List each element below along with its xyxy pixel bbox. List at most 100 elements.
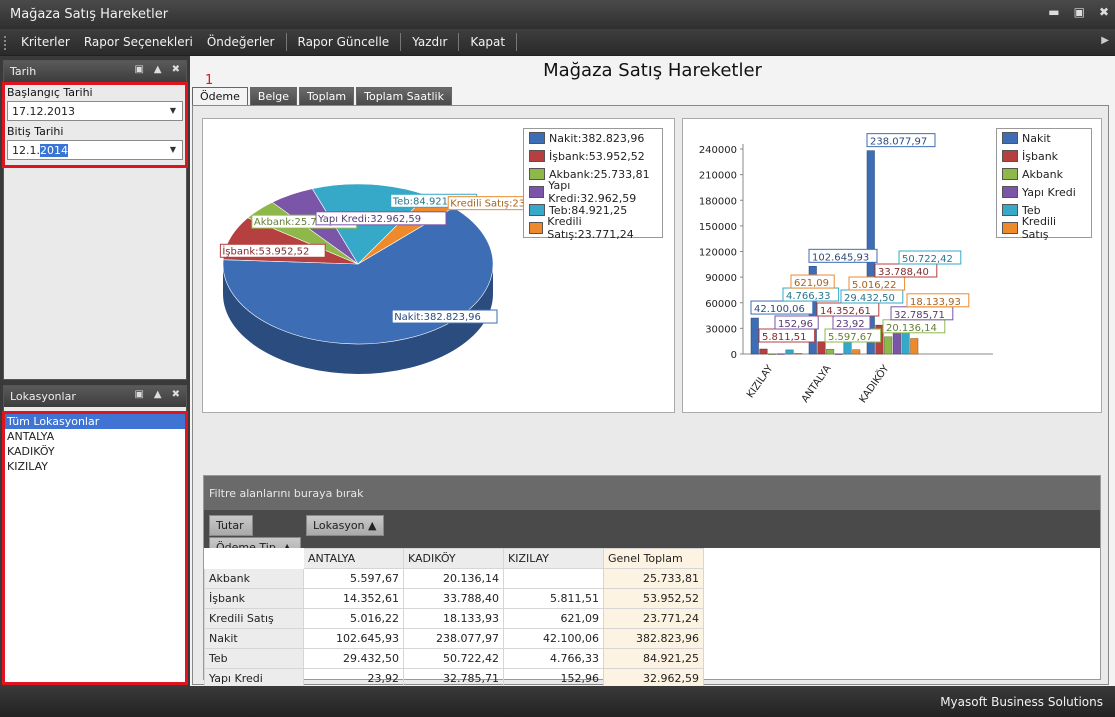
- bar-data-label: 20.136,14: [886, 323, 937, 334]
- pivot-filter-area[interactable]: Filtre alanlarını buraya bırak: [204, 476, 1100, 510]
- table-row: İşbank 14.352,61 33.788,40 5.811,51 53.952,5…: [204, 588, 704, 609]
- pin-icon[interactable]: ▲: [154, 64, 162, 75]
- bar[interactable]: [785, 349, 794, 355]
- window-title: Mağaza Satış Hareketler: [10, 7, 169, 22]
- window-titlebar: Mağaza Satış Hareketler ▬ ▣ ✖: [0, 0, 1115, 29]
- pivot-cell: 53.952,52: [603, 588, 704, 609]
- bar[interactable]: [750, 317, 759, 355]
- menu-rapor-guncelle[interactable]: Rapor Güncelle: [291, 35, 397, 49]
- x-tick-label: KIZILAY: [745, 363, 776, 401]
- pivot-row-header[interactable]: İşbank: [204, 588, 304, 609]
- pivot-row-header[interactable]: Nakit: [204, 628, 304, 649]
- bar-data-label: 32.785,71: [894, 310, 945, 321]
- bar[interactable]: [776, 353, 785, 355]
- menu-kapat[interactable]: Kapat: [463, 35, 512, 49]
- pivot-column-header[interactable]: Genel Toplam: [603, 548, 704, 569]
- table-row: Kredili Satış 5.016,22 18.133,93 621,09 23.7…: [204, 608, 704, 629]
- bar[interactable]: [910, 338, 919, 355]
- bar[interactable]: [884, 336, 893, 355]
- tab-strip: Ödeme Belge Toplam Toplam Saatlik: [192, 87, 454, 105]
- highlight-box: [2, 411, 188, 685]
- pivot-column-header[interactable]: KIZILAY: [503, 548, 604, 569]
- close-icon[interactable]: ✖: [172, 64, 180, 75]
- menu-bar: Kriterler Rapor Seçenekleri Öndeğerler R…: [0, 29, 1115, 56]
- legend-swatch: [1002, 222, 1018, 234]
- menu-separator: [458, 33, 460, 51]
- bar[interactable]: [768, 353, 777, 355]
- menu-kriterler[interactable]: Kriterler: [14, 35, 77, 49]
- tab-toplam-saatlik[interactable]: Toplam Saatlik: [356, 87, 452, 105]
- y-tick-label: 30000: [705, 324, 737, 335]
- legend-label: Yapı Kredi: [1022, 185, 1076, 199]
- legend-swatch: [1002, 150, 1018, 162]
- menu-ondegerler[interactable]: Öndeğerler: [200, 35, 282, 49]
- bar-data-label: 5.811,51: [762, 332, 807, 343]
- menu-separator: [285, 33, 287, 51]
- pivot-row-header[interactable]: Kredili Satış: [204, 608, 304, 629]
- x-tick-label: ANTALYA: [800, 363, 834, 405]
- x-tick-label: KADIKÖY: [856, 362, 892, 406]
- tarih-panel-title: Tarih: [10, 65, 37, 78]
- bar-data-label: 5.597,67: [828, 332, 873, 343]
- bar-data-label: 152,96: [778, 319, 813, 330]
- bar-data-label: 5.016,22: [852, 280, 897, 291]
- pivot-cell: 23.771,24: [603, 608, 704, 629]
- pivot-row-header[interactable]: Akbank: [204, 568, 304, 589]
- pivot-cell: 50.722,42: [403, 648, 504, 669]
- tab-odeme[interactable]: Ödeme: [192, 87, 248, 105]
- bar[interactable]: [834, 353, 843, 355]
- pivot-cell: 382.823,96: [603, 628, 704, 649]
- pivot-cell: 20.136,14: [403, 568, 504, 589]
- filter-hint: Filtre alanlarını buraya bırak: [209, 486, 364, 500]
- minimize-icon[interactable]: ▬: [1048, 5, 1059, 19]
- pivot-row-header[interactable]: Teb: [204, 648, 304, 669]
- pivot-cell: [503, 568, 604, 589]
- data-field-label: Tutar: [216, 519, 244, 532]
- pivot-column-header[interactable]: ANTALYA: [303, 548, 404, 569]
- legend-swatch: [1002, 186, 1018, 198]
- bar[interactable]: [817, 341, 826, 355]
- legend-label: Nakit:382.823,96: [549, 131, 645, 145]
- legend-item: Yapı Kredi: [997, 183, 1091, 201]
- legend-label: İşbank:53.952,52: [549, 149, 645, 163]
- close-icon[interactable]: ✖: [172, 389, 180, 400]
- bar-data-label: 621,09: [794, 278, 829, 289]
- tab-toplam[interactable]: Toplam: [299, 87, 355, 105]
- bar[interactable]: [794, 353, 803, 355]
- pivot-header-row: ANTALYA KADIKÖY KIZILAY Genel Toplam: [204, 548, 704, 569]
- column-field-chip[interactable]: Lokasyon ▲: [306, 515, 384, 536]
- data-field-chip[interactable]: Tutar: [209, 515, 253, 536]
- menu-rapor-secenekleri[interactable]: Rapor Seçenekleri: [77, 35, 200, 49]
- pivot-cell: 102.645,93: [303, 628, 404, 649]
- pivot-cell: 84.921,25: [603, 648, 704, 669]
- bar[interactable]: [759, 348, 768, 355]
- company-name: Myasoft Business Solutions: [940, 694, 1103, 709]
- pie-data-label: Nakit:382.823,96: [394, 312, 481, 323]
- panel-window-icon[interactable]: ▣: [134, 389, 143, 400]
- bar-data-label: 18.133,93: [910, 297, 961, 308]
- bar[interactable]: [852, 349, 861, 355]
- pivot-column-header[interactable]: KADIKÖY: [403, 548, 504, 569]
- legend-item: İşbank: [997, 147, 1091, 165]
- toolbar-grip-icon[interactable]: [4, 36, 7, 50]
- bar-data-label: 102.645,93: [812, 252, 869, 263]
- panel-window-icon[interactable]: ▣: [134, 64, 143, 75]
- y-tick-label: 240000: [699, 145, 737, 156]
- bar[interactable]: [826, 348, 835, 355]
- pin-icon[interactable]: ▲: [154, 389, 162, 400]
- close-icon[interactable]: ✖: [1099, 5, 1109, 19]
- bar-data-label: 23,92: [836, 319, 865, 330]
- maximize-icon[interactable]: ▣: [1074, 5, 1085, 19]
- tab-belge[interactable]: Belge: [249, 87, 298, 105]
- pivot-cell: 4.766,33: [503, 648, 604, 669]
- legend-item: Nakit:382.823,96: [524, 129, 662, 147]
- legend-label: Yapı Kredi:32.962,59: [548, 179, 637, 205]
- toolbar-overflow-icon[interactable]: ▶: [1101, 35, 1109, 46]
- pivot-field-area: Tutar Lokasyon ▲: [204, 510, 1100, 548]
- legend-item: Kredili Satış:23.771,24: [524, 215, 662, 241]
- menu-yazdir[interactable]: Yazdır: [405, 35, 454, 49]
- sort-up-icon: ▲: [368, 519, 377, 532]
- bar-data-label: 14.352,61: [820, 306, 871, 317]
- lokasyon-panel-header: Lokasyonlar ▣ ▲ ✖: [4, 386, 186, 407]
- menu-separator: [400, 33, 402, 51]
